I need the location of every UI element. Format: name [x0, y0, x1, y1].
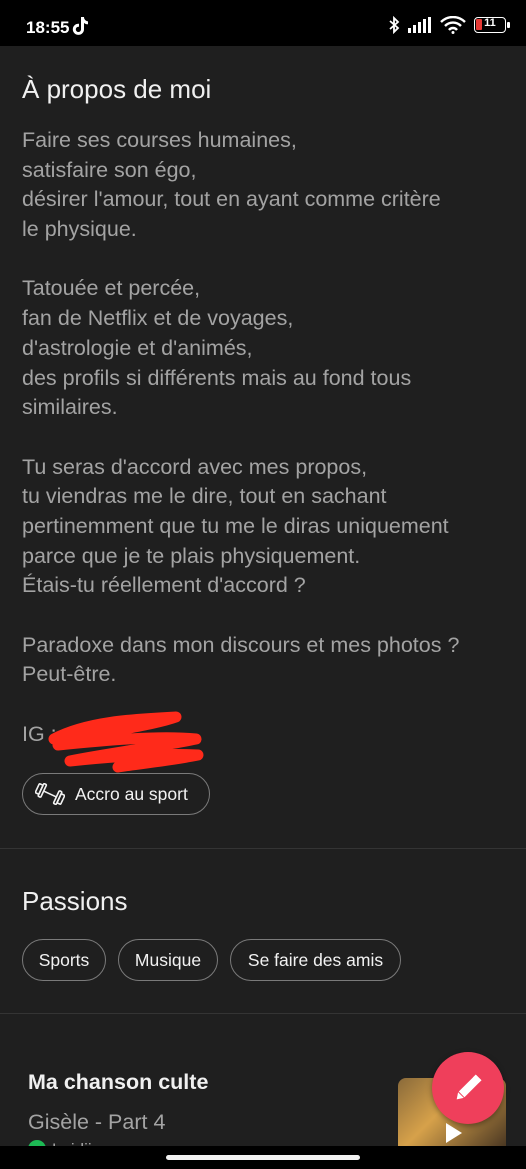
bio-blank-line	[22, 423, 512, 453]
edit-profile-button[interactable]	[432, 1052, 504, 1124]
bio-line: Tu seras d'accord avec mes propos,	[22, 454, 368, 479]
bio-line: Tatouée et percée,	[22, 276, 201, 301]
dumbbell-icon	[35, 783, 65, 805]
lifestyle-chip-label: Accro au sport	[75, 783, 188, 804]
bio-line: désirer l'amour, tout en ayant comme cri…	[22, 187, 441, 212]
bio-line: similaires.	[22, 395, 118, 420]
wifi-icon	[440, 16, 466, 34]
passion-chip-label: Sports	[38, 949, 90, 970]
bio-line: Faire ses courses humaines,	[22, 128, 297, 152]
pencil-icon	[456, 1074, 482, 1100]
battery-icon: 11	[474, 17, 510, 33]
bluetooth-icon	[389, 16, 400, 34]
bio-line: satisfaire son égo,	[22, 157, 197, 182]
bio-line: le physique.	[22, 217, 137, 242]
battery-level: 11	[484, 17, 496, 29]
bio-line: d'astrologie et d'animés,	[22, 335, 253, 360]
passions-heading: Passions	[22, 886, 128, 916]
signal-icon	[408, 17, 431, 33]
redaction-scribble	[48, 711, 204, 773]
bio-line: Peut-être.	[22, 662, 117, 687]
lifestyle-chip-sport[interactable]: Accro au sport	[22, 773, 210, 815]
status-icons: 11	[388, 16, 510, 34]
anthem-song-title: Gisèle - Part 4	[28, 1110, 166, 1134]
bio-line: fan de Netflix et de voyages,	[22, 306, 294, 331]
bio-line: tu viendras me le dire, tout en sachant	[22, 484, 387, 509]
bio-line: des profils si différents mais au fond t…	[22, 365, 412, 390]
home-gesture-bar[interactable]	[166, 1155, 360, 1160]
bio-line: Paradoxe dans mon discours et mes photos…	[22, 632, 460, 657]
status-bar: 18:55 11	[0, 0, 526, 46]
about-heading: À propos de moi	[22, 74, 212, 104]
status-time: 18:55	[26, 18, 70, 37]
bio-text: Faire ses courses humaines, satisfaire so…	[22, 126, 512, 690]
bio-blank-line	[22, 601, 512, 631]
bio-line: parce que je te plais physiquement.	[22, 543, 361, 568]
passion-chip-label: Musique	[134, 949, 202, 970]
anthem-heading: Ma chanson culte	[28, 1070, 209, 1094]
section-divider	[0, 1013, 526, 1014]
passion-chip-label: Se faire des amis	[247, 949, 384, 970]
bio-line: Étais-tu réellement d'accord ?	[22, 573, 306, 598]
profile-content[interactable]: À propos de moi Faire ses courses humain…	[0, 46, 526, 1159]
passion-chip-sports[interactable]: Sports	[22, 939, 106, 981]
section-divider	[0, 848, 526, 849]
bio-blank-line	[22, 245, 512, 275]
passion-chip-amis[interactable]: Se faire des amis	[230, 939, 401, 981]
bio-line: pertinemment que tu me le diras uniqueme…	[22, 513, 449, 538]
play-icon[interactable]	[444, 1122, 464, 1144]
tiktok-icon	[71, 16, 89, 41]
passion-chip-musique[interactable]: Musique	[118, 939, 218, 981]
